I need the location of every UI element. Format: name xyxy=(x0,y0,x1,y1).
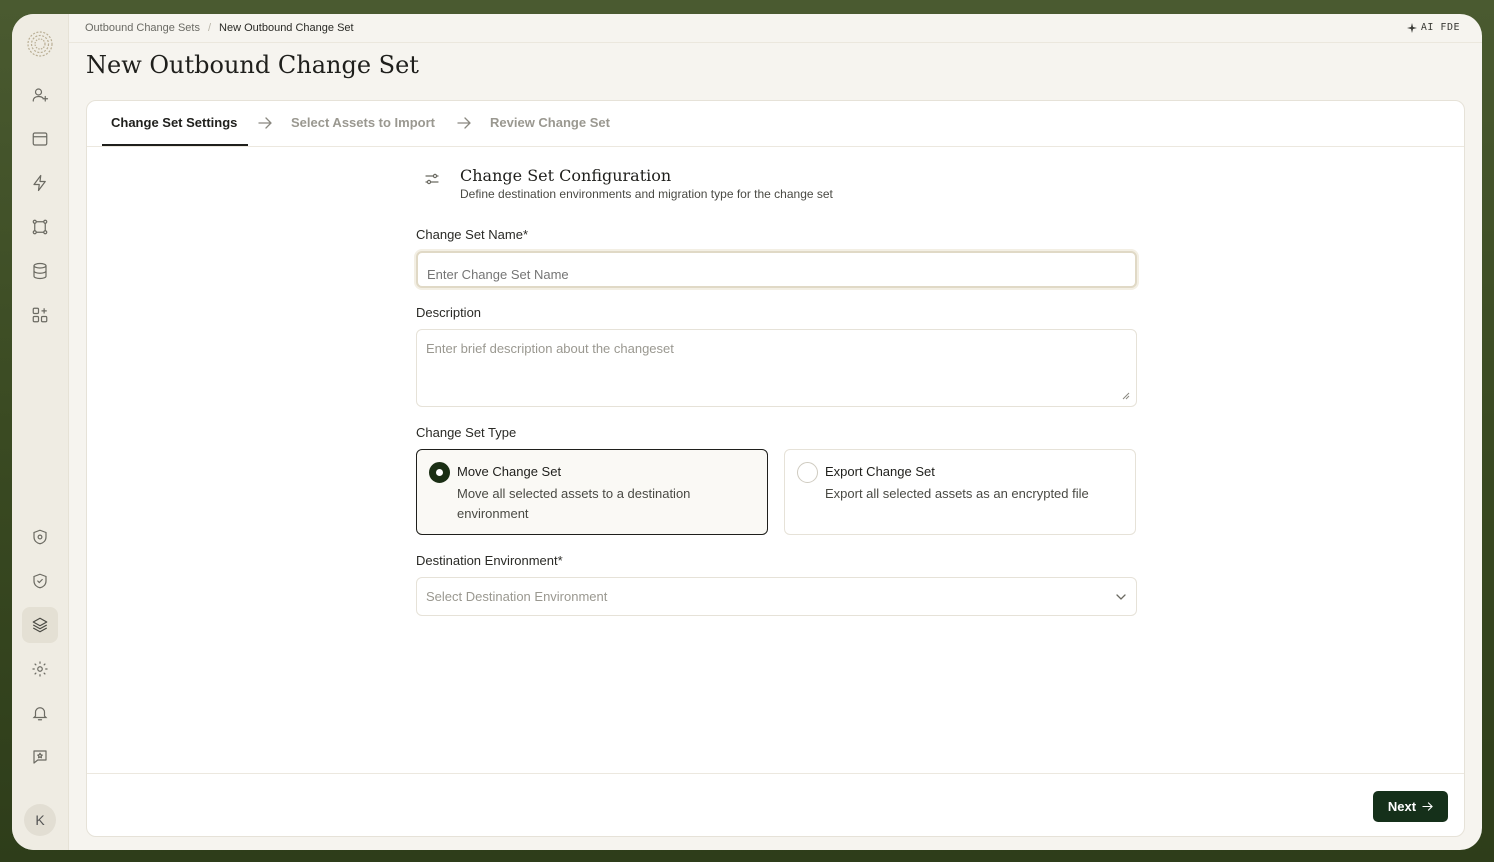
destination-placeholder: Select Destination Environment xyxy=(426,589,608,604)
breadcrumb-separator: / xyxy=(207,22,212,34)
export-change-set-option[interactable]: Export Change Set Export all selected as… xyxy=(784,449,1136,535)
user-plus-icon[interactable] xyxy=(28,83,52,107)
arrow-right-icon xyxy=(1422,802,1433,811)
layers-icon[interactable] xyxy=(22,607,58,643)
wizard-steps: Change Set Settings Select Assets to Imp… xyxy=(87,101,1464,147)
export-change-set-radio[interactable] xyxy=(797,462,818,483)
gear-icon[interactable] xyxy=(28,657,52,681)
arrow-right-icon xyxy=(258,117,272,129)
topbar: Outbound Change Sets / New Outbound Chan… xyxy=(69,14,1482,43)
apps-icon[interactable] xyxy=(28,303,52,327)
breadcrumb: Outbound Change Sets / New Outbound Chan… xyxy=(85,22,354,34)
app-window: K Outbound Change Sets / New Outbound Ch… xyxy=(12,14,1482,850)
export-change-set-title: Export Change Set xyxy=(825,464,935,479)
change-set-name-input[interactable] xyxy=(416,251,1137,288)
database-icon[interactable] xyxy=(28,259,52,283)
wizard-card: Change Set Settings Select Assets to Imp… xyxy=(86,100,1465,837)
step-review-change-set[interactable]: Review Change Set xyxy=(490,115,610,130)
shield-circle-icon[interactable] xyxy=(28,525,52,549)
nodes-icon[interactable] xyxy=(28,215,52,239)
export-change-set-desc: Export all selected assets as an encrypt… xyxy=(825,486,1089,501)
breadcrumb-current: New Outbound Change Set xyxy=(219,22,354,34)
description-label: Description xyxy=(416,305,482,320)
move-change-set-desc: Move all selected assets to a destinatio… xyxy=(457,486,691,521)
page-title: New Outbound Change Set xyxy=(86,51,419,79)
logo-icon[interactable] xyxy=(26,30,54,58)
move-change-set-option[interactable]: Move Change Set Move all selected assets… xyxy=(416,449,768,535)
breadcrumb-parent[interactable]: Outbound Change Sets xyxy=(85,22,200,34)
change-set-type-label: Change Set Type xyxy=(416,425,517,440)
destination-environment-label: Destination Environment* xyxy=(416,553,563,568)
destination-environment-select[interactable]: Select Destination Environment xyxy=(416,577,1137,616)
change-set-name-label: Change Set Name* xyxy=(416,227,529,242)
description-textarea[interactable]: Enter brief description about the change… xyxy=(416,329,1137,407)
active-step-indicator xyxy=(102,144,248,146)
move-change-set-radio[interactable] xyxy=(429,462,450,483)
bell-icon[interactable] xyxy=(28,701,52,725)
ai-fde-button[interactable]: AI FDE xyxy=(1406,22,1460,33)
shield-check-icon[interactable] xyxy=(28,569,52,593)
sparkle-icon xyxy=(1406,22,1417,33)
move-change-set-title: Move Change Set xyxy=(457,464,562,479)
description-placeholder: Enter brief description about the change… xyxy=(426,341,674,356)
next-button-label: Next xyxy=(1387,799,1417,814)
step-select-assets[interactable]: Select Assets to Import xyxy=(291,115,435,130)
chevron-down-icon xyxy=(1116,594,1126,600)
feedback-icon[interactable] xyxy=(28,745,52,769)
bolt-icon[interactable] xyxy=(28,171,52,195)
ai-fde-label: AI FDE xyxy=(1420,22,1460,33)
next-button[interactable]: Next xyxy=(1373,791,1448,822)
sidebar: K xyxy=(12,14,69,850)
sliders-icon xyxy=(425,173,439,185)
arrow-right-icon xyxy=(457,117,471,129)
section-title: Change Set Configuration xyxy=(460,166,672,185)
section-subtitle: Define destination environments and migr… xyxy=(460,187,833,201)
user-avatar[interactable]: K xyxy=(24,804,56,836)
resize-handle-icon[interactable] xyxy=(1120,390,1130,400)
step-change-set-settings[interactable]: Change Set Settings xyxy=(111,115,237,130)
wizard-footer: Next xyxy=(87,773,1464,837)
card-icon[interactable] xyxy=(28,127,52,151)
